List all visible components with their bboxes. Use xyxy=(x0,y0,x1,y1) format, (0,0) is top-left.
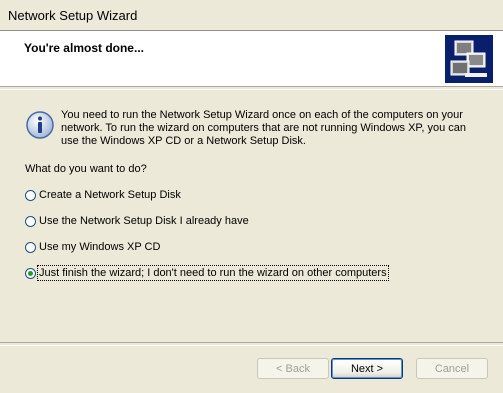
cancel-button[interactable]: Cancel xyxy=(416,358,488,379)
info-icon xyxy=(25,110,55,140)
network-computers-icon xyxy=(445,35,493,83)
wizard-header: You're almost done... xyxy=(0,30,503,87)
option-label: Use my Windows XP CD xyxy=(39,241,161,253)
wizard-window: Network Setup Wizard You're almost done.… xyxy=(0,0,503,393)
option-create-disk[interactable]: Create a Network Setup Disk xyxy=(25,187,181,203)
title-bar[interactable]: Network Setup Wizard xyxy=(0,0,503,30)
question-label: What do you want to do? xyxy=(25,163,147,175)
option-label: Just finish the wizard; I don't need to … xyxy=(37,265,389,281)
option-use-existing-disk[interactable]: Use the Network Setup Disk I already hav… xyxy=(25,213,249,229)
info-message: You need to run the Network Setup Wizard… xyxy=(61,109,466,147)
option-label: Use the Network Setup Disk I already hav… xyxy=(39,215,249,227)
window-title: Network Setup Wizard xyxy=(8,8,138,23)
radio-button[interactable] xyxy=(25,215,36,227)
option-just-finish[interactable]: Just finish the wizard; I don't need to … xyxy=(25,265,389,281)
footer-divider xyxy=(0,342,503,346)
next-button[interactable]: Next > xyxy=(331,358,403,379)
radio-button-selected[interactable] xyxy=(25,267,36,279)
radio-button[interactable] xyxy=(25,189,36,201)
back-button[interactable]: < Back xyxy=(257,358,329,379)
header-title: You're almost done... xyxy=(24,41,144,55)
option-label: Create a Network Setup Disk xyxy=(39,189,181,201)
option-use-xp-cd[interactable]: Use my Windows XP CD xyxy=(25,239,160,255)
header-divider xyxy=(0,86,503,90)
radio-button[interactable] xyxy=(25,241,36,253)
